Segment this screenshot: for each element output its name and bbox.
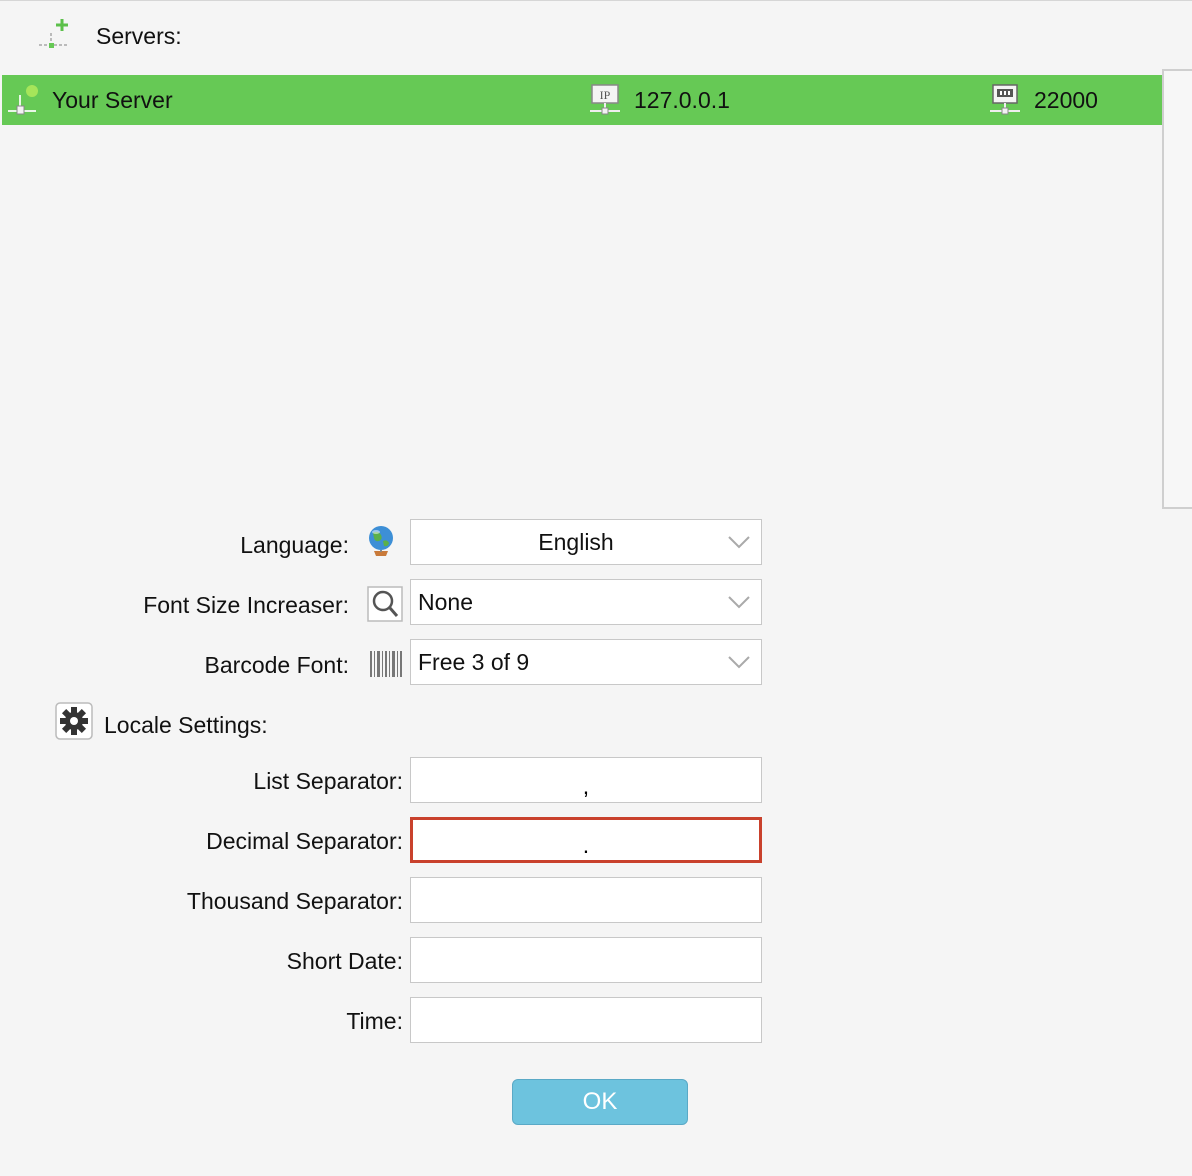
- list-separator-input[interactable]: [410, 757, 762, 803]
- font-size-label: Font Size Increaser:: [143, 592, 349, 618]
- language-value: English: [538, 528, 614, 555]
- servers-label: Servers:: [96, 23, 182, 49]
- short-date-input[interactable]: [410, 937, 762, 983]
- locale-settings-heading: Locale Settings:: [104, 712, 268, 738]
- language-label: Language:: [240, 532, 349, 558]
- time-label: Time:: [346, 1008, 403, 1034]
- chevron-down-icon: [728, 536, 750, 549]
- gear-icon: [55, 702, 93, 740]
- short-date-label: Short Date:: [286, 948, 403, 974]
- font-size-value: None: [418, 588, 473, 615]
- server-name-cell: Your Server: [6, 75, 173, 125]
- settings-dialog: Servers: Your Server IP 127.0.0.1 22000 …: [0, 0, 1192, 1176]
- server-port: 22000: [1034, 86, 1098, 113]
- font-size-select[interactable]: None: [410, 579, 762, 625]
- barcode-font-select[interactable]: Free 3 of 9: [410, 639, 762, 685]
- language-select[interactable]: English: [410, 519, 762, 565]
- magnifier-icon: [367, 586, 403, 622]
- server-row[interactable]: Your Server IP 127.0.0.1 22000: [2, 75, 1162, 125]
- decimal-separator-label: Decimal Separator:: [206, 828, 403, 854]
- server-ip: 127.0.0.1: [634, 86, 730, 113]
- server-list-scrollbar[interactable]: [1162, 69, 1192, 509]
- barcode-font-value: Free 3 of 9: [418, 648, 530, 675]
- chevron-down-icon: [728, 596, 750, 609]
- ip-address-icon: IP: [590, 84, 620, 115]
- server-ip-cell: IP 127.0.0.1: [588, 75, 730, 125]
- server-port-cell: 22000: [988, 75, 1098, 125]
- server-name: Your Server: [52, 86, 173, 113]
- svg-text:IP: IP: [600, 88, 611, 102]
- server-status-icon: [8, 85, 38, 115]
- server-list: Your Server IP 127.0.0.1 22000: [0, 73, 1162, 509]
- port-icon: [990, 84, 1020, 115]
- globe-icon: [364, 523, 400, 559]
- chevron-down-icon: [728, 656, 750, 669]
- thousand-separator-label: Thousand Separator:: [186, 888, 403, 914]
- decimal-separator-input[interactable]: [410, 817, 762, 863]
- ok-button[interactable]: OK: [512, 1079, 688, 1125]
- add-server-icon[interactable]: [36, 15, 72, 51]
- barcode-font-label: Barcode Font:: [204, 652, 349, 678]
- thousand-separator-input[interactable]: [410, 877, 762, 923]
- barcode-icon: [368, 647, 404, 683]
- servers-header: Servers:: [0, 1, 1192, 73]
- time-input[interactable]: [410, 997, 762, 1043]
- list-separator-label: List Separator:: [253, 768, 403, 794]
